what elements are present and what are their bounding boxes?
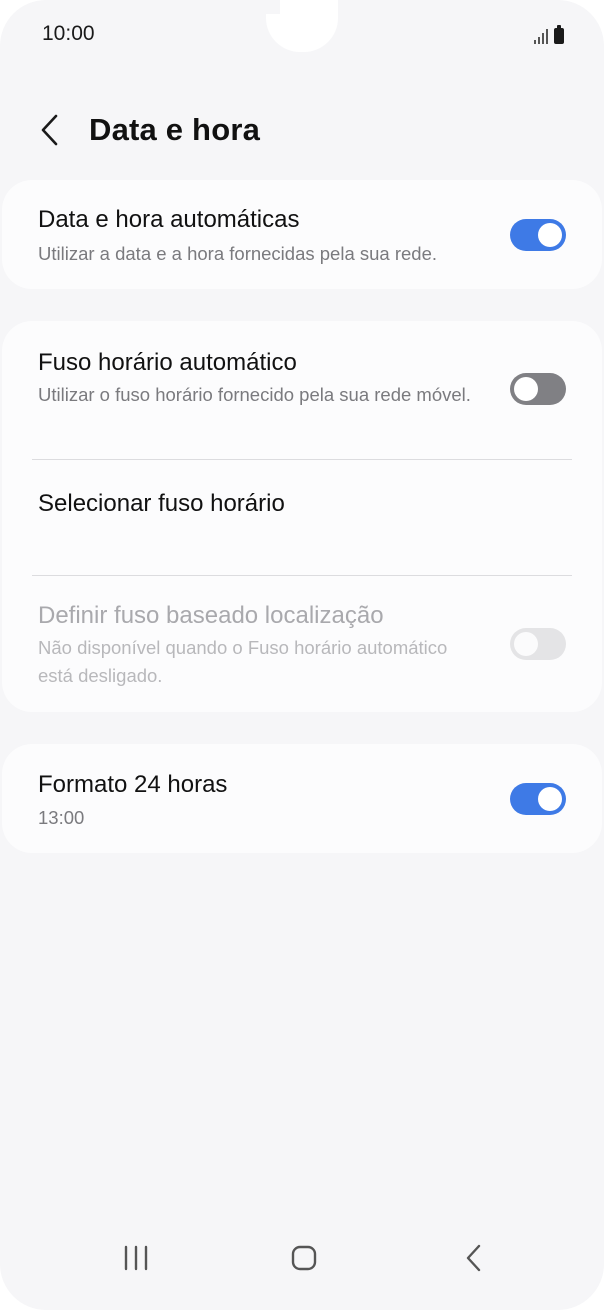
setting-title: Formato 24 horas <box>38 771 228 798</box>
auto-timezone-toggle[interactable] <box>510 373 566 405</box>
page-title: Data e hora <box>89 112 261 147</box>
setting-subtitle: Utilizar o fuso horário fornecido pela s… <box>38 384 471 405</box>
navigation-bar <box>0 1220 604 1310</box>
status-icons <box>534 24 564 44</box>
setting-title: Selecionar fuso horário <box>38 490 285 517</box>
toggle-knob <box>538 223 562 247</box>
setting-auto-timezone[interactable]: Fuso horário automático Utilizar o fuso … <box>2 321 602 459</box>
toggle-knob <box>514 632 538 656</box>
card-auto-datetime: Data e hora automáticas Utilizar a data … <box>2 180 602 289</box>
app-header: Data e hora <box>0 100 604 160</box>
setting-24h-format[interactable]: Formato 24 horas 13:00 <box>2 744 602 853</box>
setting-title: Data e hora automáticas <box>38 206 300 233</box>
back-nav-button[interactable] <box>444 1238 504 1278</box>
setting-title: Fuso horário automático <box>38 349 297 376</box>
recents-button[interactable] <box>106 1238 166 1278</box>
setting-location-timezone: Definir fuso baseado localização Não dis… <box>2 576 602 712</box>
setting-subtitle: 13:00 <box>38 807 85 828</box>
signal-icon <box>534 28 548 44</box>
recents-icon <box>124 1245 148 1271</box>
setting-title: Definir fuso baseado localização <box>38 602 384 629</box>
setting-auto-datetime[interactable]: Data e hora automáticas Utilizar a data … <box>2 180 602 289</box>
chevron-left-icon <box>41 114 58 146</box>
home-icon <box>291 1245 317 1271</box>
card-timezone: Fuso horário automático Utilizar o fuso … <box>2 321 602 712</box>
setting-select-timezone[interactable]: Selecionar fuso horário <box>2 460 602 575</box>
auto-datetime-toggle[interactable] <box>510 219 566 251</box>
setting-subtitle: Utilizar a data e a hora fornecidas pela… <box>38 243 438 264</box>
format-24h-toggle[interactable] <box>510 783 566 815</box>
location-timezone-toggle <box>510 628 566 660</box>
toggle-knob <box>514 377 538 401</box>
home-button[interactable] <box>274 1238 334 1278</box>
back-button[interactable] <box>30 110 70 150</box>
back-icon <box>466 1244 481 1272</box>
battery-icon <box>554 25 564 44</box>
toggle-knob <box>538 787 562 811</box>
status-time: 10:00 <box>42 22 95 45</box>
phone-screen: 10:00 Data e hora Data e hora automática… <box>0 0 604 1310</box>
setting-subtitle: Não disponível quando o Fuso horário aut… <box>38 637 448 686</box>
card-24h-format: Formato 24 horas 13:00 <box>2 744 602 853</box>
